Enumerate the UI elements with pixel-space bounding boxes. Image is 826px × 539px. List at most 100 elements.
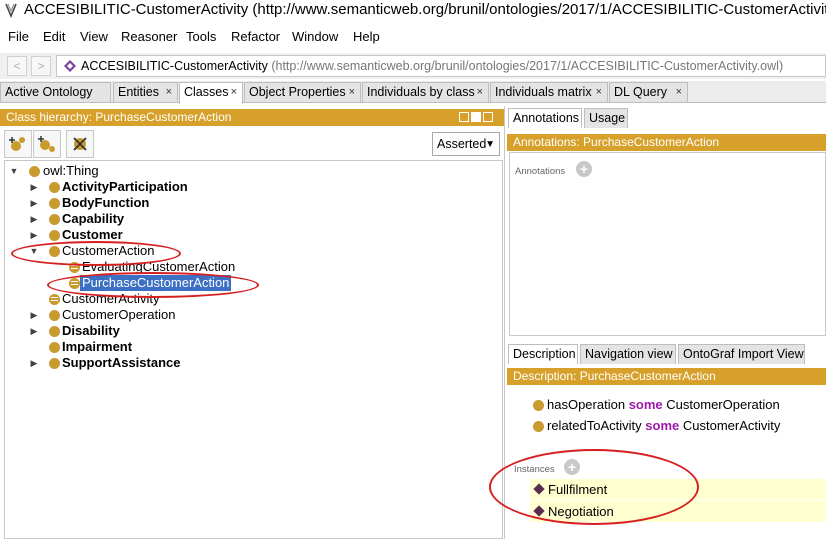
- collapse-toggle-icon[interactable]: ▶: [29, 358, 39, 368]
- class-icon: [49, 358, 60, 369]
- tab-label: OntoGraf Import View: [683, 347, 804, 361]
- tab-usage[interactable]: Usage: [584, 108, 628, 128]
- class-label: owl:Thing: [43, 163, 99, 178]
- panel-header-title: Description: PurchaseCustomerAction: [513, 369, 716, 383]
- tree-node-supportassistance[interactable]: ▶ SupportAssistance: [7, 355, 307, 371]
- menu-edit[interactable]: Edit: [43, 29, 65, 44]
- close-icon[interactable]: ×: [349, 83, 355, 101]
- close-icon[interactable]: ×: [596, 83, 602, 101]
- hierarchy-mode-select[interactable]: Asserted ▼: [432, 132, 500, 156]
- highlight-ellipse: [489, 449, 699, 525]
- tab-label: Object Properties: [249, 85, 346, 99]
- class-icon: [533, 400, 544, 411]
- window-title: ACCESIBILITIC-CustomerActivity (http://w…: [24, 1, 826, 18]
- tree-node-capability[interactable]: ▶ Capability: [7, 211, 307, 227]
- class-icon: [49, 342, 60, 353]
- class-hierarchy-header: Class hierarchy: PurchaseCustomerAction: [0, 109, 504, 126]
- annotations-section-label: Annotations: [515, 166, 566, 177]
- menu-view[interactable]: View: [80, 29, 108, 44]
- tree-node-disability[interactable]: ▶ Disability: [7, 323, 307, 339]
- class-icon: [49, 198, 60, 209]
- tab-dl-query[interactable]: DL Query ×: [609, 82, 688, 102]
- tab-description[interactable]: Description: [508, 344, 578, 364]
- close-icon[interactable]: ×: [166, 83, 172, 101]
- tab-individuals-by-class[interactable]: Individuals by class ×: [362, 82, 489, 102]
- tab-ontograf-import-view[interactable]: OntoGraf Import View: [678, 344, 805, 364]
- close-icon[interactable]: ×: [676, 83, 682, 101]
- annotations-content: Annotations +: [509, 152, 826, 336]
- restriction-row[interactable]: hasOperation some CustomerOperation: [526, 395, 826, 415]
- class-icon: [29, 166, 40, 177]
- annotations-panel: Annotations Usage Annotations: PurchaseC…: [507, 106, 826, 338]
- collapse-toggle-icon[interactable]: ▶: [29, 310, 39, 320]
- tree-node-customer[interactable]: ▶ Customer: [7, 227, 307, 243]
- menu-help[interactable]: Help: [353, 29, 380, 44]
- tab-active-ontology[interactable]: Active Ontology: [0, 82, 111, 102]
- tree-node-impairment[interactable]: Impairment: [7, 339, 307, 355]
- collapse-toggle-icon[interactable]: ▶: [29, 230, 39, 240]
- delete-class-button[interactable]: [66, 130, 94, 158]
- tab-object-properties[interactable]: Object Properties ×: [244, 82, 361, 102]
- class-label: Impairment: [62, 339, 133, 354]
- tab-individuals-matrix[interactable]: Individuals matrix ×: [490, 82, 608, 102]
- tree-node-owl-thing[interactable]: ▼ owl:Thing: [7, 163, 307, 179]
- class-hierarchy-panel: Class hierarchy: PurchaseCustomerAction …: [0, 106, 505, 539]
- tab-label: Individuals by class: [367, 85, 475, 99]
- back-button[interactable]: <: [7, 56, 27, 76]
- tab-label: DL Query: [614, 85, 668, 99]
- chevron-down-icon: ▼: [485, 139, 495, 150]
- collapse-toggle-icon[interactable]: ▶: [29, 198, 39, 208]
- defined-class-icon: [49, 294, 60, 305]
- restriction-row[interactable]: relatedToActivity some CustomerActivity: [526, 416, 826, 436]
- class-label: BodyFunction: [62, 195, 150, 210]
- menu-tools[interactable]: Tools: [186, 29, 216, 44]
- collapse-toggle-icon[interactable]: ▶: [29, 326, 39, 336]
- ontology-iri-field[interactable]: ACCESIBILITIC-CustomerActivity (http://w…: [56, 55, 826, 77]
- collapse-toggle-icon[interactable]: ▶: [29, 182, 39, 192]
- highlight-ellipse: [47, 272, 259, 298]
- class-icon: [49, 214, 60, 225]
- tab-navigation-view[interactable]: Navigation view: [580, 344, 676, 364]
- highlight-ellipse: [11, 241, 181, 266]
- tab-entities[interactable]: Entities ×: [113, 82, 178, 102]
- class-icon: [533, 421, 544, 432]
- property-name: relatedToActivity: [547, 418, 642, 433]
- class-icon: [49, 182, 60, 193]
- add-annotation-icon[interactable]: +: [576, 161, 592, 177]
- close-icon[interactable]: [483, 112, 493, 122]
- tab-label: Individuals matrix: [495, 85, 592, 99]
- tab-annotations[interactable]: Annotations: [508, 108, 582, 128]
- ontology-name: ACCESIBILITIC-CustomerActivity: [81, 59, 268, 73]
- restriction-keyword: some: [628, 397, 663, 412]
- close-icon[interactable]: ×: [231, 83, 237, 101]
- close-icon[interactable]: ×: [477, 83, 483, 101]
- class-icon: [49, 326, 60, 337]
- collapse-toggle-icon[interactable]: ▶: [29, 214, 39, 224]
- tab-label: Annotations: [513, 111, 580, 125]
- restriction-keyword: some: [645, 418, 680, 433]
- forward-button[interactable]: >: [31, 56, 51, 76]
- ontology-icon: [63, 59, 77, 73]
- minimize-icon[interactable]: [459, 112, 469, 122]
- tab-classes[interactable]: Classes ×: [179, 82, 243, 104]
- panel-header-title: Annotations: PurchaseCustomerAction: [513, 135, 720, 149]
- description-header: Description: PurchaseCustomerAction: [507, 368, 826, 385]
- add-sibling-button[interactable]: [33, 130, 61, 158]
- selected-mode: Asserted: [437, 137, 487, 151]
- menu-bar: File Edit View Reasoner Tools Refactor W…: [0, 26, 826, 48]
- class-label: ActivityParticipation: [62, 179, 188, 194]
- tree-node-customeroperation[interactable]: ▶ CustomerOperation: [7, 307, 307, 323]
- menu-refactor[interactable]: Refactor: [231, 29, 280, 44]
- add-subclass-button[interactable]: [4, 130, 32, 158]
- expand-toggle-icon[interactable]: ▼: [9, 166, 19, 176]
- tab-label: Active Ontology: [5, 85, 93, 99]
- filler-class: CustomerOperation: [666, 397, 780, 412]
- menu-reasoner[interactable]: Reasoner: [121, 29, 177, 44]
- menu-file[interactable]: File: [8, 29, 29, 44]
- tab-label: Entities: [118, 85, 159, 99]
- tree-node-activityparticipation[interactable]: ▶ ActivityParticipation: [7, 179, 307, 195]
- maximize-icon[interactable]: [471, 112, 481, 122]
- tree-node-bodyfunction[interactable]: ▶ BodyFunction: [7, 195, 307, 211]
- menu-window[interactable]: Window: [292, 29, 338, 44]
- window-title-bar: ACCESIBILITIC-CustomerActivity (http://w…: [0, 0, 826, 22]
